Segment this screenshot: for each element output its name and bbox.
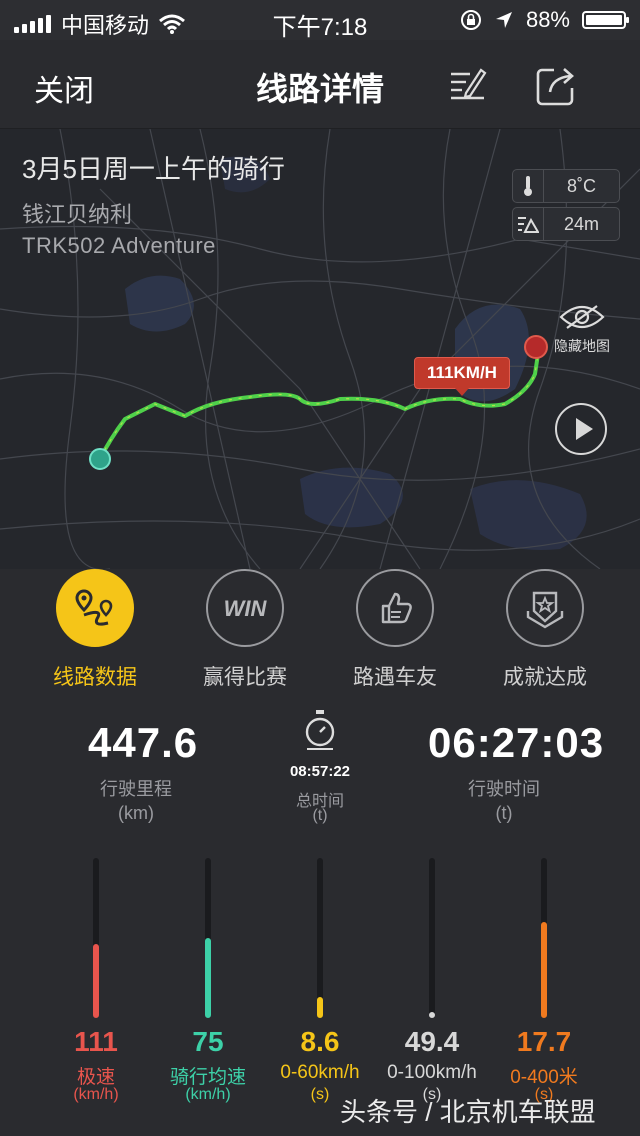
status-right: 88% (460, 7, 629, 33)
thumbs-up-icon (356, 569, 434, 647)
battery-percent: 88% (525, 7, 570, 32)
ride-time-label: 行驶时间 (468, 779, 540, 799)
edit-icon[interactable] (448, 64, 488, 104)
performance-bars: 111 极速 (km/h) 75 骑行均速 (km/h) 8.6 0-60km/… (0, 850, 640, 1110)
bar-value: 75 (192, 1026, 224, 1057)
tab-meet-riders[interactable]: 路遇车友 (320, 569, 470, 691)
bar-fill (205, 938, 211, 1018)
ride-bike-model: TRK502 Adventure (22, 233, 216, 258)
hide-map-label: 隐藏地图 (554, 338, 610, 354)
ride-title: 3月5日周一上午的骑行 (22, 154, 285, 184)
achievement-icon (506, 569, 584, 647)
bar-value: 111 (74, 1026, 118, 1057)
bar-unit: (km/h) (185, 1086, 231, 1103)
tab-achievements[interactable]: 成就达成 (470, 569, 620, 691)
rotation-lock-icon (460, 10, 481, 30)
max-speed-tag: 111KM/H (414, 357, 510, 396)
bar-value: 8.6 (300, 1026, 340, 1057)
bar-track (317, 858, 323, 1018)
hide-map-button[interactable]: 隐藏地图 (550, 303, 614, 356)
distance-unit: (km) (118, 803, 154, 823)
nav-bar: 关闭 线路详情 (0, 40, 640, 129)
bar-track (205, 858, 211, 1018)
svg-text:WIN: WIN (224, 596, 268, 621)
temperature-value: 8˚C (566, 175, 596, 196)
bar-fill (93, 944, 99, 1018)
bar-value: 17.7 (516, 1026, 572, 1057)
stopwatch-icon (305, 710, 335, 750)
tab-meet-riders-label: 路遇车友 (353, 666, 437, 689)
battery-icon (582, 11, 629, 29)
tab-route-data-label: 线路数据 (53, 666, 137, 689)
temperature-badge: 8˚C (512, 169, 620, 203)
action-row: 线路数据 WIN 赢得比赛 路遇车友 成就达成 (0, 569, 640, 699)
total-time-unit: (t) (312, 807, 328, 824)
eye-off-icon (559, 305, 605, 329)
thermometer-icon (513, 170, 544, 202)
tab-achievements-label: 成就达成 (503, 666, 587, 689)
ride-time-value: 06:27:03 (428, 719, 605, 766)
total-time-value: 08:57:22 (289, 763, 351, 780)
share-icon[interactable] (534, 64, 578, 108)
altitude-icon (513, 208, 544, 240)
bar-label: 0-400米 (510, 1067, 578, 1088)
bar-value: 49.4 (404, 1026, 460, 1057)
bar-track (93, 858, 99, 1018)
bar-fill (429, 1012, 435, 1018)
stats-row: 447.6 行驶里程 (km) 08:57:22 总时间 (t) 06:27:0… (0, 705, 640, 845)
ride-time-unit: (t) (495, 803, 513, 823)
win-icon: WIN (206, 569, 284, 647)
location-arrow-icon (495, 12, 512, 28)
play-button[interactable] (555, 403, 607, 455)
tab-route-data[interactable]: 线路数据 (20, 569, 170, 691)
ride-location: 钱江贝纳利 (22, 202, 133, 227)
bar-fill (541, 922, 547, 1018)
altitude-badge: 24m (512, 207, 620, 241)
route-icon (56, 569, 134, 647)
bar-track (541, 858, 547, 1018)
bar-fill (317, 997, 323, 1018)
watermark: 头条号 / 北京机车联盟 (340, 1097, 596, 1127)
route-map[interactable]: 3月5日周一上午的骑行 钱江贝纳利 TRK502 Adventure 8˚C 2… (0, 129, 640, 569)
distance-value: 447.6 (88, 719, 199, 766)
status-bar: 中国移动 下午7:18 88% (0, 0, 640, 41)
bar-track (429, 858, 435, 1018)
altitude-value: 24m (563, 213, 599, 234)
tab-win-race-label: 赢得比赛 (203, 666, 287, 689)
tab-win-race[interactable]: WIN 赢得比赛 (170, 569, 320, 691)
distance-label: 行驶里程 (100, 779, 172, 799)
